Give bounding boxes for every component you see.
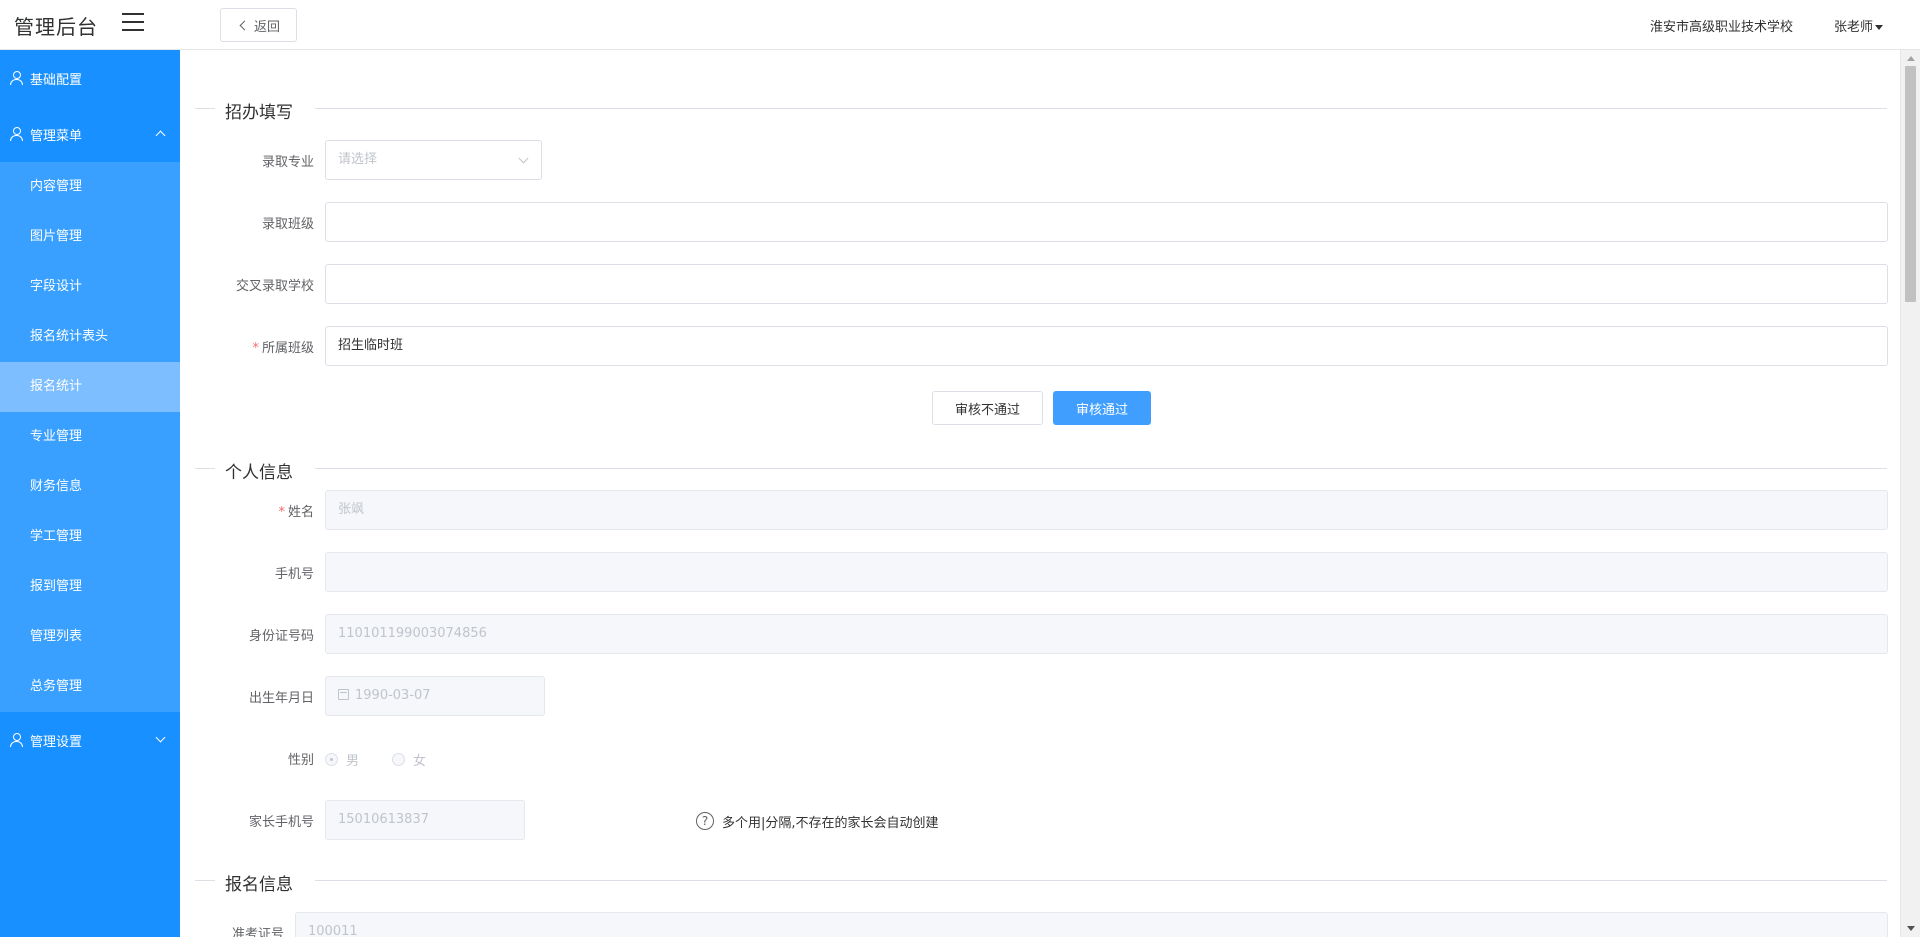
user-dropdown[interactable]: 张老师 [1834,16,1884,35]
name-input: 张飒 [325,490,1888,530]
major-select[interactable]: 请选择 [325,140,542,180]
approve-button[interactable]: 审核通过 [1053,391,1151,425]
id-number-input: 110101199003074856 [325,614,1888,654]
user-icon [10,71,24,85]
form-row-cross-school: 交叉录取学校 [180,264,1888,304]
parent-phone-hint: 多个用|分隔,不存在的家长会自动创建 [722,816,939,831]
birth-date-value: 1990-03-07 [355,688,431,703]
sidebar-group-basic-config[interactable]: 基础配置 [0,50,180,106]
sidebar-item-stats-header[interactable]: 报名统计表头 [0,312,180,362]
user-name: 张老师 [1834,20,1874,35]
form-row-class: 录取班级 [180,202,1888,242]
sidebar-item-check-in[interactable]: 报到管理 [0,562,180,612]
cross-school-label: 交叉录取学校 [235,279,314,294]
required-mark: * [278,505,285,520]
parent-phone-label: 家长手机号 [248,815,314,830]
exam-number-input: 100011 [295,912,1888,937]
section-admission-title: 招办填写 [225,98,305,123]
sidebar-submenu: 内容管理 图片管理 字段设计 报名统计表头 报名统计 专业管理 财务信息 学工管… [0,162,180,712]
birth-date-picker: 1990-03-07 [325,676,545,716]
class-input[interactable] [325,202,1888,242]
form-row-phone: 手机号 [180,552,1888,592]
chevron-down-icon [518,153,529,164]
back-button[interactable]: 返回 [220,8,297,42]
phone-input [325,552,1888,592]
sidebar-item-finance[interactable]: 财务信息 [0,462,180,512]
belong-class-label: * 所属班级 [252,341,314,356]
app-title: 管理后台 [14,15,98,39]
caret-down-icon [1875,25,1884,30]
class-label: 录取班级 [261,217,314,232]
cross-school-input[interactable] [325,264,1888,304]
reject-button[interactable]: 审核不通过 [932,391,1043,425]
major-select-placeholder: 请选择 [338,152,378,167]
chevron-left-icon [239,20,250,30]
required-mark: * [252,341,259,356]
sidebar: 基础配置 管理菜单 内容管理 图片管理 字段设计 报名统计表头 报名统计 专业管… [0,50,180,937]
sidebar-item-images[interactable]: 图片管理 [0,212,180,262]
section-registration: 报名信息 [195,870,1887,895]
form-row-id-number: 身份证号码 110101199003074856 [180,614,1888,654]
top-header: 管理后台 返回 淮安市高级职业技术学校 张老师 [0,0,1920,50]
sidebar-group-management-settings[interactable]: 管理设置 [0,712,180,768]
scroll-thumb[interactable] [1905,66,1916,302]
gender-radio-female: 女 [392,750,426,769]
gender-label: 性别 [287,753,314,768]
form-row-parent-phone: 家长手机号 15010613837 ? 多个用|分隔,不存在的家长会自动创建 [180,800,1888,840]
sidebar-group-management-menu[interactable]: 管理菜单 [0,106,180,162]
sidebar-item-majors[interactable]: 专业管理 [0,412,180,462]
hamburger-menu-icon[interactable] [122,13,144,31]
section-personal: 个人信息 [195,458,1887,483]
gender-radio-male: 男 [325,750,359,769]
belong-class-input[interactable]: 招生临时班 [325,326,1888,366]
section-personal-title: 个人信息 [225,458,305,483]
birth-date-label: 出生年月日 [248,691,314,706]
form-row-gender: 性别 男 女 [180,738,1888,778]
sidebar-group-label: 管理菜单 [30,128,83,144]
form-row-birth-date: 出生年月日 1990-03-07 [180,676,1888,716]
major-label: 录取专业 [261,155,314,170]
sidebar-group-label: 基础配置 [30,72,83,88]
form-row-major: 录取专业 请选择 [180,140,1888,180]
radio-checked-icon [325,753,338,766]
form-row-exam-number: 准考证号 100011 [180,912,1888,937]
name-label: * 姓名 [278,505,314,520]
back-button-label: 返回 [253,19,280,35]
user-icon [10,127,24,141]
sidebar-item-student-affairs[interactable]: 学工管理 [0,512,180,562]
chevron-down-icon [155,732,166,743]
sidebar-item-field-design[interactable]: 字段设计 [0,262,180,312]
radio-unchecked-icon [392,753,405,766]
sidebar-item-content[interactable]: 内容管理 [0,162,180,212]
school-name: 淮安市高级职业技术学校 [1650,20,1794,35]
main-content: 招办填写 录取专业 请选择 录取班级 交叉录取学校 * 所属班级 招生临时班 审核… [180,50,1900,937]
exam-number-label: 准考证号 [231,927,284,937]
form-row-belong-class: * 所属班级 招生临时班 [180,326,1888,366]
phone-label: 手机号 [274,567,314,582]
sidebar-item-admin-list[interactable]: 管理列表 [0,612,180,662]
question-mark-icon[interactable]: ? [696,812,714,830]
user-icon [10,733,24,747]
section-admission: 招办填写 [195,98,1887,123]
scroll-up-arrow-icon[interactable] [1907,56,1915,61]
calendar-icon [338,689,349,700]
form-row-name: * 姓名 张飒 [180,490,1888,530]
parent-phone-input: 15010613837 [325,800,525,840]
sidebar-group-label: 管理设置 [30,734,83,750]
sidebar-item-general-affairs[interactable]: 总务管理 [0,662,180,712]
sidebar-item-stats[interactable]: 报名统计 [0,362,180,412]
section-registration-title: 报名信息 [225,870,305,895]
scroll-down-arrow-icon[interactable] [1907,926,1915,931]
chevron-up-icon [155,130,166,141]
vertical-scrollbar[interactable] [1900,50,1920,937]
id-number-label: 身份证号码 [248,629,314,644]
